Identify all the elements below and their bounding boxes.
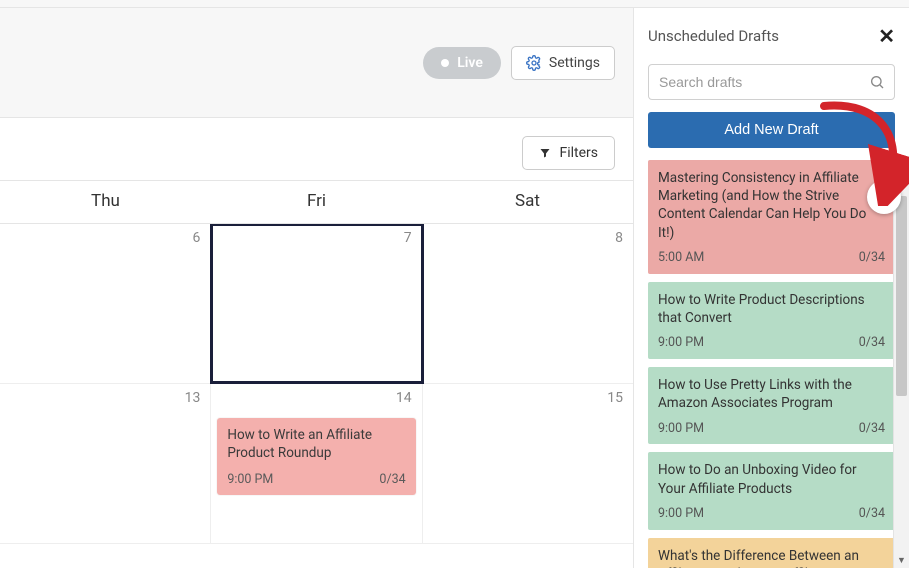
event-time: 9:00 PM — [227, 472, 273, 489]
drafts-title: Unscheduled Drafts — [648, 27, 779, 45]
day-cell[interactable]: 15 — [423, 384, 633, 543]
draft-title: What's the Difference Between an Affilia… — [658, 547, 885, 568]
draft-time: 9:00 PM — [658, 421, 704, 438]
edit-draft-button[interactable] — [867, 180, 901, 214]
event-title: How to Write an Affiliate Product Roundu… — [227, 426, 405, 462]
draft-title: How to Write Product Descriptions that C… — [658, 291, 885, 327]
draft-count: 0/34 — [859, 335, 885, 352]
day-number: 15 — [607, 390, 623, 406]
day-header: Thu — [0, 181, 211, 223]
search-wrap — [648, 64, 895, 100]
draft-card[interactable]: What's the Difference Between an Affilia… — [648, 538, 895, 568]
filter-icon — [539, 147, 551, 159]
close-icon[interactable]: ✕ — [878, 26, 895, 46]
drafts-panel: Unscheduled Drafts ✕ Add New Draft Maste… — [633, 8, 909, 568]
draft-time: 5:00 AM — [658, 250, 704, 267]
draft-card[interactable]: How to Use Pretty Links with the Amazon … — [648, 367, 895, 444]
toolbar: Live Settings — [0, 8, 633, 118]
draft-time: 9:00 PM — [658, 506, 704, 523]
app-top-strip — [0, 0, 909, 8]
filter-row: Filters — [0, 118, 633, 181]
day-number: 7 — [404, 230, 412, 246]
draft-card[interactable]: How to Do an Unboxing Video for Your Aff… — [648, 452, 895, 529]
draft-card[interactable]: How to Write Product Descriptions that C… — [648, 282, 895, 359]
day-number: 6 — [192, 230, 200, 246]
search-input[interactable] — [648, 64, 895, 100]
live-label: Live — [457, 55, 483, 71]
day-cell[interactable]: 14 How to Write an Affiliate Product Rou… — [211, 384, 422, 543]
day-number: 8 — [615, 230, 623, 246]
live-dot-icon — [441, 59, 449, 67]
day-cell-selected[interactable]: 7 — [211, 224, 422, 383]
week-row: 13 14 How to Write an Affiliate Product … — [0, 384, 633, 544]
week-header: Thu Fri Sat — [0, 181, 633, 224]
day-number: 13 — [185, 390, 201, 406]
day-cell[interactable]: 6 — [0, 224, 211, 383]
calendar-event[interactable]: How to Write an Affiliate Product Roundu… — [217, 418, 415, 495]
calendar-pane: Live Settings Filters Thu Fri Sat — [0, 8, 633, 568]
event-count: 0/34 — [379, 472, 405, 489]
draft-title: Mastering Consistency in Affiliate Marke… — [658, 169, 885, 242]
settings-button[interactable]: Settings — [511, 46, 615, 80]
add-draft-label: Add New Draft — [724, 122, 818, 138]
day-cell[interactable]: 8 — [423, 224, 633, 383]
day-cell[interactable]: 13 — [0, 384, 211, 543]
draft-count: 0/34 — [859, 421, 885, 438]
draft-list[interactable]: Mastering Consistency in Affiliate Marke… — [634, 160, 909, 568]
day-header: Sat — [422, 181, 633, 223]
drafts-header: Unscheduled Drafts ✕ — [634, 8, 909, 54]
draft-count: 0/34 — [859, 506, 885, 523]
week-row: 6 7 8 — [0, 224, 633, 384]
event-meta: 9:00 PM 0/34 — [227, 472, 405, 489]
settings-label: Settings — [549, 55, 600, 71]
filters-label: Filters — [559, 145, 598, 161]
draft-time: 9:00 PM — [658, 335, 704, 352]
add-draft-button[interactable]: Add New Draft — [648, 112, 895, 148]
edit-icon — [876, 189, 892, 205]
live-toggle[interactable]: Live — [423, 47, 501, 79]
draft-title: How to Use Pretty Links with the Amazon … — [658, 376, 885, 412]
draft-title: How to Do an Unboxing Video for Your Aff… — [658, 461, 885, 497]
gear-icon — [526, 55, 542, 71]
draft-count: 0/34 — [859, 250, 885, 267]
filters-button[interactable]: Filters — [522, 136, 615, 170]
day-number: 14 — [396, 390, 412, 406]
search-icon — [869, 74, 885, 90]
calendar-grid: 6 7 8 13 14 How to Write an Affiliate Pr… — [0, 224, 633, 568]
day-header: Fri — [211, 181, 422, 223]
draft-card[interactable]: Mastering Consistency in Affiliate Marke… — [648, 160, 895, 274]
